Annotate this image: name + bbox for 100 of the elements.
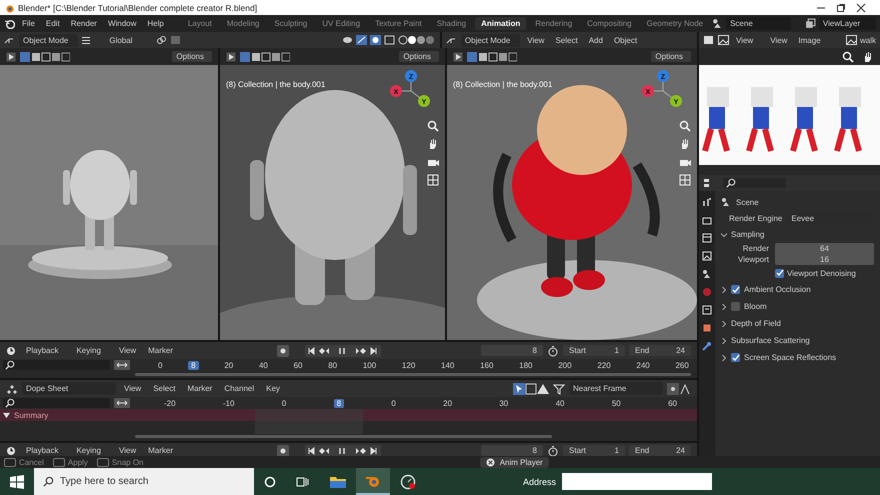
overlay-toggle-icon[interactable] xyxy=(370,35,381,45)
menu-item[interactable]: View xyxy=(120,384,146,393)
start-frame-field[interactable]: Start 1 xyxy=(563,445,625,456)
circle-icon[interactable] xyxy=(264,476,276,488)
zoom-icon[interactable] xyxy=(842,50,854,62)
orientation-dropdown[interactable]: Global xyxy=(105,34,142,46)
image-icon[interactable] xyxy=(702,251,712,261)
scrollbar[interactable] xyxy=(135,373,691,376)
chevron-icon[interactable] xyxy=(721,320,727,326)
menu-item[interactable]: View xyxy=(114,346,140,355)
view-dropdown[interactable]: View xyxy=(732,34,764,46)
taskbar-search-field[interactable]: Type here to search xyxy=(34,468,254,495)
hand-icon[interactable] xyxy=(862,50,874,62)
scene-icon[interactable] xyxy=(702,269,712,279)
mode-dropdown[interactable]: Object Mode xyxy=(19,34,78,46)
workspace-tab[interactable]: Sculpting xyxy=(268,17,314,30)
maximize-icon[interactable] xyxy=(836,2,846,12)
wrench-icon[interactable] xyxy=(702,341,712,351)
panel-title[interactable]: Screen Space Reflections xyxy=(744,353,836,362)
checkbox[interactable] xyxy=(731,302,740,311)
workspace-tab[interactable]: Geometry Node xyxy=(640,17,710,30)
chevron-icon[interactable] xyxy=(721,232,727,238)
record-button[interactable] xyxy=(277,344,290,356)
output-icon[interactable] xyxy=(702,233,712,243)
stopwatch-icon[interactable] xyxy=(547,344,559,356)
scene-field[interactable]: Scene xyxy=(726,17,791,30)
search-field[interactable] xyxy=(723,178,786,188)
workspace-tab[interactable]: Modeling xyxy=(220,17,266,30)
close-circle-icon[interactable] xyxy=(486,458,495,466)
mode-dropdown[interactable]: Dope Sheet xyxy=(22,382,116,395)
blender-logo-icon[interactable] xyxy=(4,18,15,29)
swap-icon[interactable] xyxy=(114,398,130,408)
xray-icon[interactable] xyxy=(384,35,395,45)
panel-title[interactable]: Subsurface Scattering xyxy=(731,336,810,345)
grid-icon[interactable] xyxy=(427,174,439,186)
selection-modes-icon[interactable] xyxy=(20,52,70,62)
menu-item[interactable]: Render xyxy=(66,19,101,28)
menu-item[interactable]: Image xyxy=(794,36,825,44)
playhead-frame[interactable]: 8 xyxy=(334,398,344,408)
render-icon[interactable] xyxy=(702,215,712,225)
menu-item[interactable]: Select xyxy=(149,384,180,393)
chevron-icon[interactable] xyxy=(721,354,727,360)
shading-modes-icon[interactable] xyxy=(398,35,436,45)
menu-item[interactable]: Object xyxy=(610,36,642,44)
workspace-tab[interactable]: Shading xyxy=(430,17,472,30)
folder-icon[interactable] xyxy=(330,475,346,488)
checkbox[interactable] xyxy=(731,353,740,362)
selection-modes-icon[interactable] xyxy=(240,52,290,62)
clock-icon[interactable] xyxy=(6,346,18,356)
menu-item[interactable]: Channel xyxy=(220,384,258,393)
record-button[interactable] xyxy=(277,444,290,456)
workspace-tab[interactable]: Rendering xyxy=(529,17,578,30)
view-layer-field[interactable]: ViewLayer xyxy=(818,17,876,30)
box-icon[interactable] xyxy=(702,305,712,315)
image-icon[interactable] xyxy=(846,35,857,45)
start-frame-field[interactable]: Start 1 xyxy=(563,345,625,356)
menu-item[interactable]: View xyxy=(523,36,548,44)
menu-item[interactable]: View xyxy=(766,36,792,44)
panel-title[interactable]: Depth of Field xyxy=(731,319,781,328)
panel-title[interactable]: Ambient Occlusion xyxy=(744,285,811,294)
hand-icon[interactable] xyxy=(427,138,439,150)
editor-type-icon[interactable] xyxy=(6,384,18,394)
playback-controls[interactable] xyxy=(305,344,382,356)
menu-icon[interactable] xyxy=(81,36,92,44)
current-frame-field[interactable]: 8 xyxy=(481,345,543,356)
grid-icon[interactable] xyxy=(679,174,691,186)
image-name[interactable]: walk xyxy=(860,36,876,44)
mode-dropdown[interactable]: Object Mode xyxy=(460,34,520,46)
options-dropdown[interactable]: Options xyxy=(399,51,439,62)
end-frame-field[interactable]: End 24 xyxy=(629,345,691,356)
summary-channel[interactable]: Summary xyxy=(0,409,697,421)
snap-dropdown[interactable]: Nearest Frame xyxy=(569,382,663,395)
blender-taskbar-button[interactable] xyxy=(356,468,390,495)
number-field[interactable]: 64 xyxy=(775,243,874,254)
workspace-tab[interactable]: Layout xyxy=(182,17,218,30)
options-dropdown[interactable]: Options xyxy=(172,51,212,62)
workspace-tab[interactable]: Animation xyxy=(475,17,526,30)
menu-item[interactable]: View xyxy=(114,446,140,455)
menu-item[interactable]: Key xyxy=(262,384,284,393)
stopwatch-icon[interactable] xyxy=(547,444,559,456)
clock-icon[interactable] xyxy=(6,446,18,456)
link-icon[interactable] xyxy=(156,35,168,45)
end-frame-field[interactable]: End 24 xyxy=(629,445,691,456)
workspace-tab[interactable]: UV Editing xyxy=(316,17,366,30)
playback-controls[interactable] xyxy=(305,444,382,456)
close-icon[interactable] xyxy=(856,2,866,12)
image-icon[interactable] xyxy=(718,35,729,45)
selection-modes-icon[interactable] xyxy=(467,52,517,62)
eye-icon[interactable] xyxy=(342,35,353,45)
menu-item[interactable]: Edit xyxy=(42,19,64,28)
proportional-icon[interactable] xyxy=(667,382,691,394)
gizmo-toggle-icon[interactable] xyxy=(356,35,367,45)
menu-item[interactable]: Marker xyxy=(144,346,178,355)
menu-item[interactable]: Select xyxy=(551,36,582,44)
playhead-frame[interactable]: 8 xyxy=(188,360,199,370)
menu-item[interactable]: Playback xyxy=(22,344,68,357)
swap-icon[interactable] xyxy=(114,360,130,370)
menu-item[interactable]: Keying xyxy=(72,444,111,457)
chevron-icon[interactable] xyxy=(721,338,727,344)
menu-item[interactable]: Add xyxy=(584,36,607,44)
